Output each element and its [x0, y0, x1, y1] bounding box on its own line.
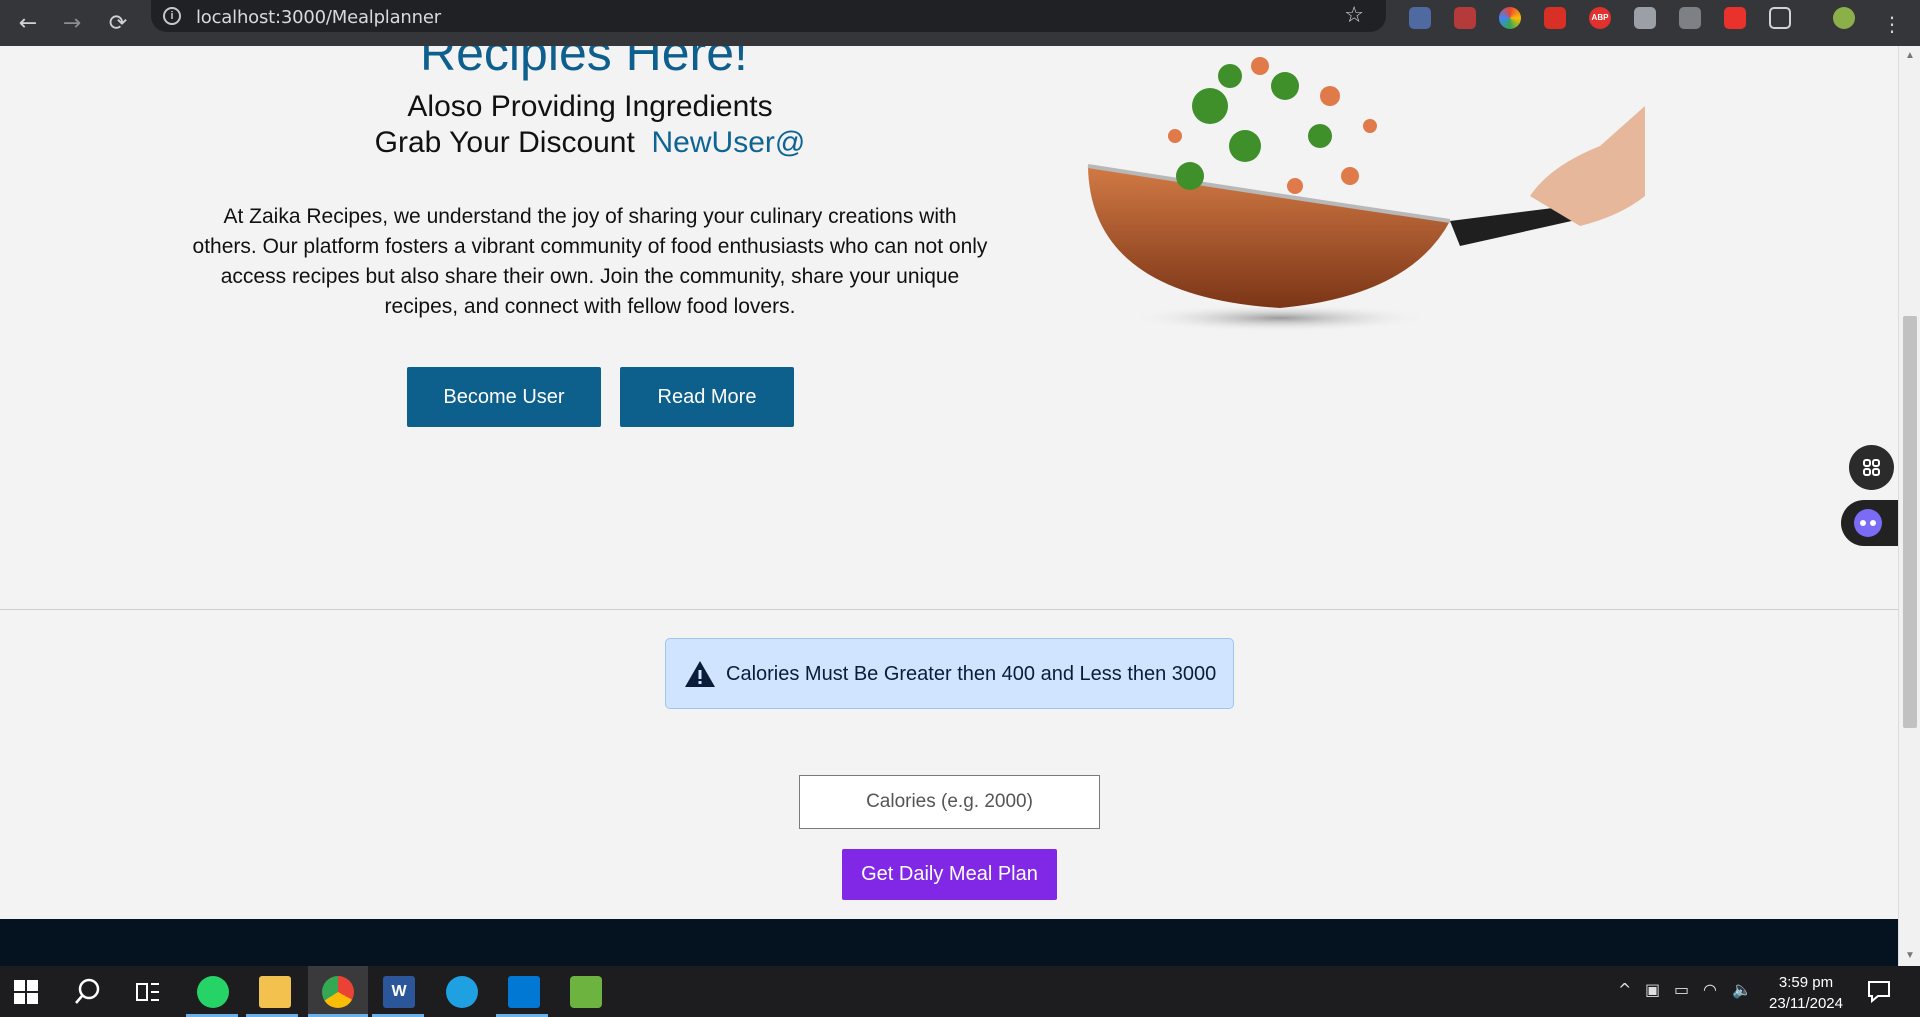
assistant-bot-icon[interactable] — [1841, 500, 1898, 546]
wok-image — [1087, 57, 1645, 332]
chrome-taskbar-active[interactable] — [308, 966, 368, 1017]
volume-icon[interactable]: 🔈 — [1732, 980, 1752, 999]
cursor-extension-icon[interactable] — [1409, 7, 1431, 29]
system-clock[interactable]: 3:59 pm 23/11/2024 — [1760, 972, 1852, 1014]
discount-text: Grab Your Discount — [374, 126, 644, 159]
section-divider — [0, 609, 1898, 610]
menu-icon[interactable]: ⋮ — [1878, 10, 1906, 38]
get-meal-plan-button[interactable]: Get Daily Meal Plan — [842, 849, 1057, 900]
hero-paragraph: At Zaika Recipes, we understand the joy … — [192, 205, 988, 318]
scroll-up-icon[interactable]: ▲ — [1905, 50, 1915, 61]
apps-grid-icon[interactable] — [1849, 445, 1894, 490]
arrow-right-icon[interactable]: → — [58, 10, 86, 38]
scroll-down-icon[interactable]: ▼ — [1905, 950, 1915, 961]
chrome-icon[interactable] — [322, 976, 354, 1008]
camera-extension-icon[interactable] — [1544, 7, 1566, 29]
reload-icon[interactable]: ⟳ — [104, 10, 132, 38]
notification-icon[interactable] — [1866, 978, 1892, 1004]
wifi-icon[interactable]: ◠ — [1703, 980, 1717, 999]
windows-start-icon[interactable] — [14, 980, 38, 1004]
screenshot-extension-icon[interactable] — [1634, 7, 1656, 29]
battery-icon[interactable]: ▭ — [1674, 980, 1689, 999]
avatar[interactable] — [1833, 7, 1855, 29]
puzzle-extension-icon[interactable] — [1679, 7, 1701, 29]
warning-icon — [685, 661, 715, 687]
scrollbar-thumb[interactable] — [1903, 316, 1917, 728]
whatsapp-icon[interactable] — [197, 976, 229, 1008]
address-bar[interactable]: i localhost:3000/Mealplanner ☆ — [151, 0, 1386, 32]
alert-text: Calories Must Be Greater then 400 and Le… — [726, 663, 1217, 685]
task-view-icon[interactable] — [135, 980, 161, 1004]
site-footer — [0, 919, 1898, 966]
star-icon[interactable]: ☆ — [1344, 3, 1364, 28]
read-more-button[interactable]: Read More — [620, 367, 794, 427]
site-info-icon[interactable]: i — [163, 7, 181, 25]
adblock-icon[interactable]: ABP — [1589, 7, 1611, 29]
color-extension-icon[interactable] — [1499, 7, 1521, 29]
windows-taskbar: W ^ ▣ ▭ ◠ 🔈 3:59 pm 23/11/2024 — [0, 966, 1920, 1017]
file-explorer-icon[interactable] — [259, 976, 291, 1008]
calorie-alert: Calories Must Be Greater then 400 and Le… — [665, 638, 1234, 709]
hero-subtitle-1: Aloso Providing Ingredients — [407, 90, 773, 123]
clock-time: 3:59 pm — [1778, 974, 1834, 991]
red-extension-icon[interactable] — [1454, 7, 1476, 29]
calories-input[interactable] — [799, 775, 1100, 829]
security-icon[interactable]: ▣ — [1645, 980, 1660, 999]
hero-title: Recipies Here! — [420, 46, 748, 81]
become-user-button[interactable]: Become User — [407, 367, 601, 427]
browser-toolbar: ← → ⟳ i localhost:3000/Mealplanner ☆ ABP… — [0, 0, 1920, 46]
arrow-left-icon[interactable]: ← — [14, 10, 42, 38]
nodejs-icon[interactable] — [570, 976, 602, 1008]
hero-subtitle-2: Grab Your Discount NewUser@ — [200, 126, 980, 160]
vscode-icon[interactable] — [508, 976, 540, 1008]
page-scrollbar[interactable]: ▲ ▼ — [1898, 46, 1920, 966]
discount-code: NewUser@ — [651, 126, 806, 159]
search-icon[interactable] — [74, 978, 102, 1006]
extensions-icon[interactable] — [1769, 7, 1791, 29]
url-text[interactable]: localhost:3000/Mealplanner — [196, 7, 441, 28]
s-extension-icon[interactable] — [1724, 7, 1746, 29]
page-content: Recipies Here! Aloso Providing Ingredien… — [0, 46, 1898, 919]
chevron-up-icon[interactable]: ^ — [1618, 980, 1631, 999]
word-icon[interactable]: W — [383, 976, 415, 1008]
clock-date: 23/11/2024 — [1769, 995, 1843, 1012]
edge-icon[interactable] — [446, 976, 478, 1008]
